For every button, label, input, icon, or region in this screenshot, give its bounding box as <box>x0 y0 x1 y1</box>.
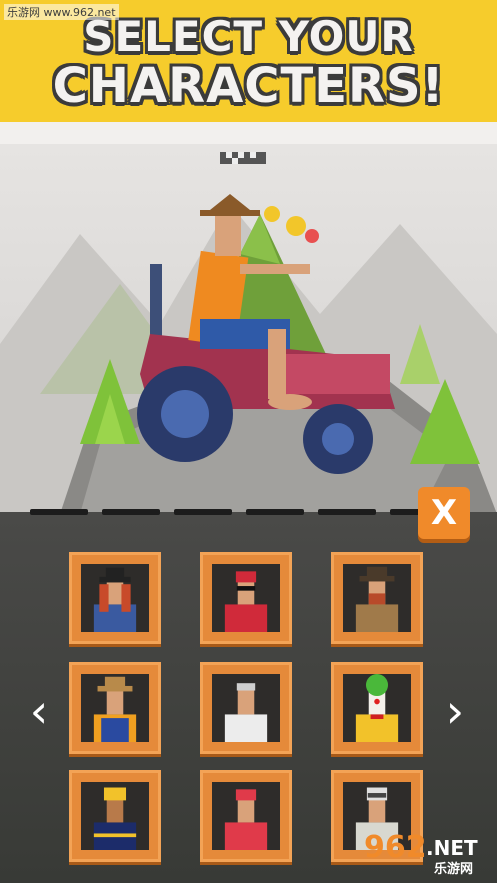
red-cap-rider-portrait <box>224 789 268 850</box>
scene-illustration <box>0 152 497 514</box>
progress-segment <box>246 509 304 515</box>
watermark-logo-suffix: .NET <box>426 836 478 860</box>
game-scene <box>0 144 497 514</box>
title-line-2: CHARACTERS! <box>52 58 445 114</box>
progress-segment <box>390 509 420 515</box>
character-card-farmer-overalls[interactable] <box>69 662 161 754</box>
character-card-cyclist-sunglasses[interactable] <box>200 552 292 644</box>
progress-segment <box>318 509 376 515</box>
character-card-old-man-white-shirt[interactable] <box>200 662 292 754</box>
progress-segment <box>102 509 160 515</box>
character-card-clown[interactable] <box>331 662 423 754</box>
prev-page-button[interactable]: ‹ <box>24 686 54 736</box>
watermark-top-text: 乐游网 www.962.net <box>4 4 119 20</box>
farmer-overalls-portrait <box>93 676 137 742</box>
bearded-cowboy-portrait <box>355 566 399 632</box>
next-page-button[interactable]: › <box>440 686 470 736</box>
character-card-red-cap-rider[interactable] <box>200 770 292 862</box>
cowboy-girl-portrait <box>93 567 137 632</box>
firefighter-portrait <box>93 787 137 850</box>
clown-portrait <box>355 674 399 742</box>
character-card-bearded-cowboy[interactable] <box>331 552 423 644</box>
old-man-white-shirt-portrait <box>224 683 268 742</box>
header-divider <box>0 122 497 144</box>
progress-segment <box>30 509 88 515</box>
cyclist-sunglasses-portrait <box>224 571 268 632</box>
watermark-logo-subtext: 乐游网 <box>434 862 474 877</box>
watermark-logo: 962 .NET 乐游网 <box>360 828 492 877</box>
watermark-logo-number: 962 <box>364 830 427 865</box>
character-card-firefighter[interactable] <box>69 770 161 862</box>
close-button[interactable]: X <box>418 487 470 539</box>
progress-segment <box>174 509 232 515</box>
character-card-cowboy-girl[interactable] <box>69 552 161 644</box>
